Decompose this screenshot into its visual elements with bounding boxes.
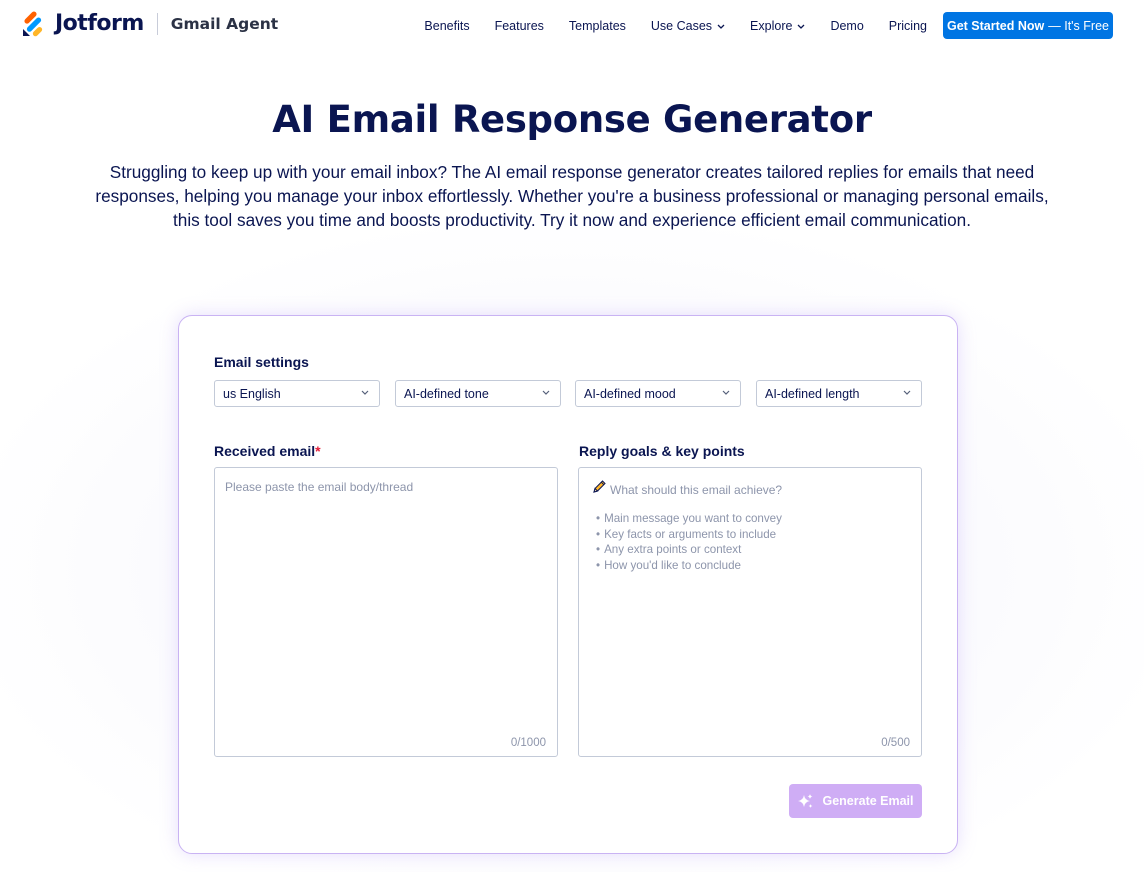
nav-item-label: Templates <box>568 19 626 33</box>
brand-name: Jotform <box>55 11 144 36</box>
brand-divider <box>156 13 158 35</box>
nav-item-explore[interactable]: Explore <box>750 18 805 34</box>
main-menu: Benefits Features Templates Use Cases Ex… <box>399 18 927 34</box>
list-item: Any extra points or context <box>596 542 782 558</box>
reply-goals-counter: 0/500 <box>881 737 910 749</box>
nav-item-label: Demo <box>830 19 864 33</box>
product-name: Gmail Agent <box>170 15 279 33</box>
length-select[interactable]: AI-defined length <box>756 380 922 407</box>
page-description: Struggling to keep up with your email in… <box>95 162 1049 230</box>
nav-item-benefits[interactable]: Benefits <box>424 18 469 34</box>
received-email-label: Received email* <box>214 442 321 460</box>
length-value: AI-defined length <box>765 386 860 401</box>
required-mark: * <box>315 443 321 459</box>
mood-value: AI-defined mood <box>584 386 676 401</box>
nav-item-label: Explore <box>750 19 793 33</box>
page-title: AI Email Response Generator <box>272 98 872 141</box>
list-item: How you'd like to conclude <box>596 558 782 574</box>
language-select[interactable]: us English <box>214 380 380 407</box>
pencil-icon <box>591 479 607 500</box>
generate-email-button[interactable]: Generate Email <box>789 784 922 818</box>
email-settings-label: Email settings <box>214 354 309 370</box>
reply-goals-input[interactable]: What should this email achieve? Main mes… <box>578 467 922 757</box>
nav-item-label: Pricing <box>888 19 927 33</box>
chevron-down-icon <box>361 390 369 395</box>
jotform-logo-icon <box>22 11 46 37</box>
nav-item-label: Use Cases <box>650 19 713 33</box>
chevron-down-icon <box>722 390 730 395</box>
reply-goals-placeholder: What should this email achieve? <box>610 482 783 497</box>
nav-item-demo[interactable]: Demo <box>830 18 863 34</box>
nav-item-label: Features <box>494 19 544 33</box>
cta-bold-label: Get Started Now <box>947 18 1045 33</box>
tone-select[interactable]: AI-defined tone <box>395 380 561 407</box>
top-navigation: Jotform Gmail Agent Benefits Features Te… <box>0 0 1144 50</box>
get-started-button[interactable]: Get Started Now — It's Free <box>943 12 1113 39</box>
email-generator-card: Email settings us English AI-defined ton… <box>178 315 958 854</box>
list-item: Key facts or arguments to include <box>596 527 782 543</box>
generate-email-label: Generate Email <box>822 794 914 808</box>
chevron-down-icon <box>542 390 550 395</box>
chevron-down-icon <box>797 24 805 29</box>
chevron-down-icon <box>903 390 911 395</box>
nav-item-use-cases[interactable]: Use Cases <box>651 18 725 34</box>
nav-item-pricing[interactable]: Pricing <box>889 18 927 34</box>
received-email-input[interactable]: Please paste the email body/thread 0/100… <box>214 467 558 757</box>
reply-goals-hint-list: Main message you want to convey Key fact… <box>596 511 782 573</box>
language-value: us English <box>223 386 281 401</box>
cta-rest-label: — It's Free <box>1048 18 1109 33</box>
nav-item-templates[interactable]: Templates <box>569 18 626 34</box>
reply-goals-placeholder-row: What should this email achieve? <box>591 479 782 500</box>
reply-goals-label: Reply goals & key points <box>579 443 745 459</box>
received-email-label-text: Received email <box>214 443 316 459</box>
tone-value: AI-defined tone <box>404 386 489 401</box>
chevron-down-icon <box>717 24 725 29</box>
sparkles-icon <box>797 793 814 810</box>
list-item: Main message you want to convey <box>596 511 782 527</box>
received-email-placeholder: Please paste the email body/thread <box>225 480 414 494</box>
mood-select[interactable]: AI-defined mood <box>575 380 741 407</box>
nav-item-label: Benefits <box>424 19 470 33</box>
received-email-counter: 0/1000 <box>510 737 546 749</box>
nav-item-features[interactable]: Features <box>495 18 544 34</box>
brand-logo[interactable]: Jotform Gmail Agent <box>22 11 278 37</box>
